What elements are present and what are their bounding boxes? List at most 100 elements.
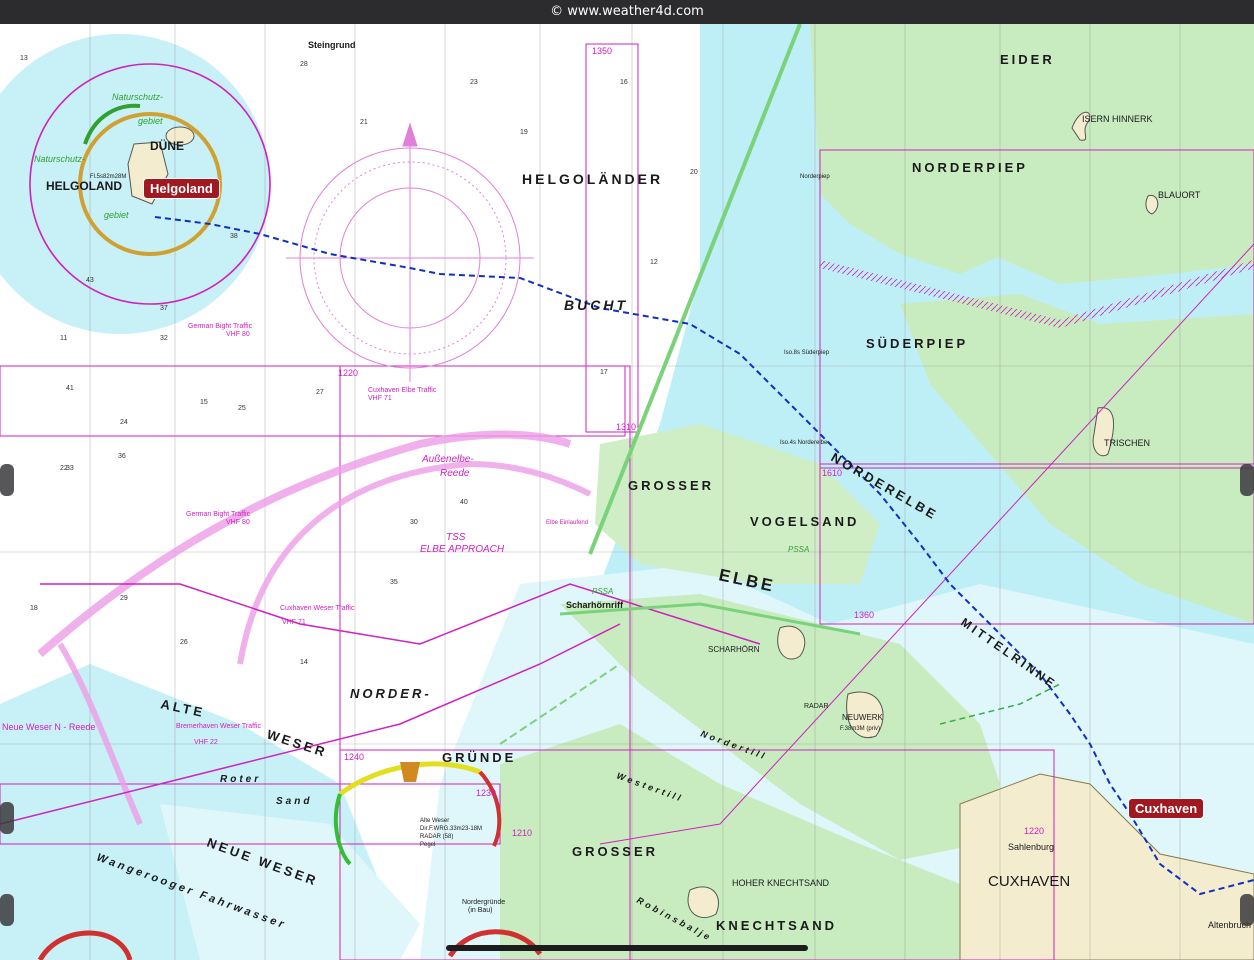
- label-scharhoern: SCHARHÖRN: [708, 645, 760, 654]
- depth: 43: [86, 277, 94, 284]
- light-alte-weser-dir: Dir.F.WRG.33m23-18M: [420, 826, 482, 832]
- home-indicator[interactable]: [446, 945, 808, 951]
- depth: 12: [650, 259, 658, 266]
- label-sahlenburg: Sahlenburg: [1008, 842, 1054, 852]
- chart-number-1220-b: 1220: [1024, 826, 1044, 836]
- label-norderpiep: NORDERPIEP: [912, 160, 1028, 175]
- label-german-bight-2: German Bight Traffic: [186, 511, 251, 518]
- depth: 13: [20, 55, 28, 62]
- cuxhaven-callout[interactable]: Cuxhaven: [1128, 798, 1205, 819]
- label-tss: TSS: [446, 532, 466, 543]
- copyright-text: © www.weather4d.com: [550, 4, 704, 19]
- chart-number-1310: 1310: [616, 422, 636, 432]
- depth: 15: [200, 399, 208, 406]
- label-vhf22: VHF 22: [194, 739, 218, 746]
- depth: 40: [460, 499, 468, 506]
- depth: 25: [238, 405, 246, 412]
- label-naturschutz-2: Naturschutz-: [34, 154, 85, 164]
- chart-number-1610: 1610: [822, 468, 842, 478]
- chart-number-1210: 1210: [512, 828, 532, 838]
- depth: 19: [520, 129, 528, 136]
- hoher-knechtsand-island: [687, 886, 719, 919]
- label-gebiet-1: gebiet: [138, 116, 163, 126]
- label-knechtsand: KNECHTSAND: [716, 918, 837, 933]
- helgoland-callout-label: Helgoland: [150, 181, 213, 196]
- copyright-bar: © www.weather4d.com: [0, 0, 1254, 24]
- label-vhf71: VHF 71: [368, 395, 392, 402]
- label-reede: Reede: [440, 468, 470, 479]
- chart-number-1220-a: 1220: [338, 368, 358, 378]
- label-cux-weser-traffic: Cuxhaven Weser Traffic: [280, 605, 355, 612]
- depth: 36: [118, 453, 126, 460]
- left-drag-handle-lower[interactable]: [0, 802, 14, 834]
- left-drag-handle[interactable]: [0, 464, 14, 496]
- label-grosser-1: GROSSER: [628, 478, 714, 493]
- label-gebiet-2: gebiet: [104, 210, 129, 220]
- label-gruende: GRÜNDE: [442, 750, 516, 765]
- label-bremerhaven: Bremerhaven Weser Traffic: [176, 723, 261, 730]
- label-scharhoernriff: Scharhörnriff: [566, 600, 624, 610]
- label-grosser-2: GROSSER: [572, 844, 658, 859]
- label-eider: EIDER: [1000, 52, 1055, 67]
- right-drag-handle[interactable]: [1240, 464, 1254, 496]
- label-cux-elbe-traffic: Cuxhaven Elbe Traffic: [368, 387, 437, 394]
- label-steingrund: Steingrund: [308, 40, 356, 50]
- label-vhf71-b: VHF 71: [282, 619, 306, 626]
- label-elbe-approach: ELBE APPROACH: [420, 544, 505, 555]
- label-helgoland: HELGOLAND: [46, 179, 122, 193]
- chart-number-1360: 1360: [854, 610, 874, 620]
- depth: 11: [60, 335, 67, 342]
- depth: 24: [120, 419, 128, 426]
- depth: 20: [690, 169, 698, 176]
- right-drag-handle-bottom[interactable]: [1240, 894, 1254, 926]
- left-drag-handle-bottom[interactable]: [0, 894, 14, 926]
- label-norder: NORDER-: [350, 686, 432, 701]
- depth: 21: [360, 119, 368, 126]
- label-radar: RADAR: [804, 703, 829, 710]
- depth: 38: [230, 233, 238, 240]
- light-norderpiep: Norderpiep: [800, 174, 830, 180]
- label-isern-hinnerk: ISERN HINNERK: [1082, 114, 1153, 124]
- depth: 33: [66, 465, 74, 472]
- label-sand: Sand: [276, 796, 312, 807]
- label-neuwerk: NEUWERK: [842, 713, 884, 722]
- depth: 27: [316, 389, 324, 396]
- label-elbe-einlaufend: Elbe Einlaufend: [546, 520, 588, 526]
- label-vogelsand: VOGELSAND: [750, 514, 859, 529]
- depth: 37: [160, 305, 168, 312]
- depth: 32: [160, 335, 168, 342]
- light-suederpiep: Iso.8s Süderpiep: [784, 350, 830, 356]
- label-duene: DÜNE: [150, 138, 184, 153]
- light-alte-weser-radar: RADAR (58): [420, 834, 453, 840]
- light-alte-weser-pegel: Pegel: [420, 842, 435, 848]
- label-naturschutz-1: Naturschutz-: [112, 92, 163, 102]
- label-cuxhaven-town: CUXHAVEN: [988, 873, 1070, 890]
- depth: 35: [390, 579, 398, 586]
- depth: 26: [180, 639, 188, 646]
- nautical-chart[interactable]: HELGOLAND DÜNE Steingrund EIDER ISERN HI…: [0, 24, 1254, 960]
- label-vhf80-1: VHF 80: [226, 331, 250, 338]
- label-suederpiep: SÜDERPIEP: [866, 336, 968, 351]
- chart-number-1350: 1350: [592, 46, 612, 56]
- label-german-bight-1: German Bight Traffic: [188, 323, 253, 330]
- chart-canvas[interactable]: HELGOLAND DÜNE Steingrund EIDER ISERN HI…: [0, 24, 1254, 960]
- label-trischen: TRISCHEN: [1104, 438, 1150, 448]
- depth: 17: [600, 369, 608, 376]
- label-blauort: BLAUORT: [1158, 190, 1201, 200]
- helgoland-callout[interactable]: Helgoland: [143, 178, 220, 199]
- light-helgoland: Fl.5s82m28M: [90, 174, 126, 180]
- light-alte-weser: Alte Weser: [420, 818, 449, 824]
- label-aussenelbe-reede: Außenelbe-: [421, 454, 474, 465]
- depth: 41: [66, 385, 74, 392]
- depth: 14: [300, 659, 308, 666]
- depth: 30: [410, 519, 418, 526]
- chart-number-1230: 1230: [476, 788, 496, 798]
- cuxhaven-callout-label: Cuxhaven: [1135, 801, 1198, 816]
- label-pssa-1: PSSA: [788, 545, 809, 554]
- depth: 18: [30, 605, 38, 612]
- label-helgolaender: HELGOLÄNDER: [522, 171, 663, 187]
- chart-number-1240: 1240: [344, 752, 364, 762]
- label-vhf80-2: VHF 80: [226, 519, 250, 526]
- light-nordergruende-sub: (in Bau): [468, 907, 493, 914]
- depth: 23: [470, 79, 478, 86]
